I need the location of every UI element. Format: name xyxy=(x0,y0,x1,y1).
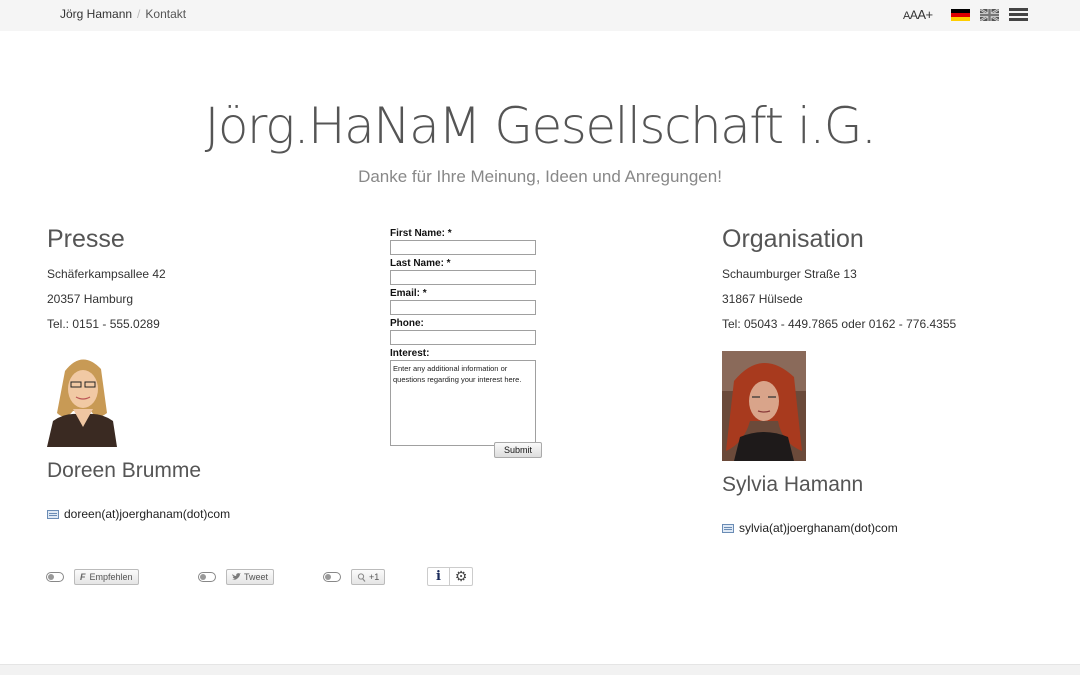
info-icon[interactable]: i xyxy=(427,567,450,586)
flag-en-icon[interactable] xyxy=(980,9,999,21)
organisation-portrait xyxy=(722,351,806,461)
breadcrumb-current: Kontakt xyxy=(145,7,187,21)
social-info-group: i ⚙ xyxy=(427,567,473,586)
organisation-contact-name: Sylvia Hamann xyxy=(722,473,864,496)
press-city: 20357 Hamburg xyxy=(47,292,134,306)
email-input[interactable] xyxy=(390,300,536,315)
font-size-small[interactable]: A xyxy=(903,10,910,22)
organisation-heading: Organisation xyxy=(722,225,864,253)
gplus-toggle-icon[interactable] xyxy=(323,572,341,582)
submit-button[interactable]: Submit xyxy=(494,442,542,458)
breadcrumb: Jörg Hamann / Kontakt xyxy=(60,7,186,21)
facebook-like-button[interactable]: F Empfehlen xyxy=(74,569,139,585)
first-name-input[interactable] xyxy=(390,240,536,255)
mail-icon xyxy=(47,509,59,519)
facebook-icon: F xyxy=(80,572,86,582)
last-name-label: Last Name: * xyxy=(390,258,451,269)
press-column: Presse Schäferkampsallee 42 20357 Hambur… xyxy=(47,225,327,521)
gear-icon[interactable]: ⚙ xyxy=(450,567,473,586)
gplus-button[interactable]: +1 xyxy=(351,569,386,585)
gplus-icon xyxy=(357,572,366,582)
gplus-label: +1 xyxy=(369,572,380,582)
gplus-share: +1 xyxy=(323,569,386,585)
email-label: Email: * xyxy=(390,288,427,299)
breadcrumb-home-link[interactable]: Jörg Hamann xyxy=(60,7,132,21)
organisation-email[interactable]: sylvia(at)joerghanam(dot)com xyxy=(722,521,1052,535)
font-size-control[interactable]: AAA+ xyxy=(903,7,933,22)
contact-form: First Name: * Last Name: * Email: * Phon… xyxy=(390,228,550,458)
font-size-large[interactable]: A+ xyxy=(917,7,933,22)
facebook-share: F Empfehlen xyxy=(46,569,139,585)
press-portrait xyxy=(47,351,117,447)
tweet-label: Tweet xyxy=(244,572,269,582)
organisation-column: Organisation Schaumburger Straße 13 3186… xyxy=(722,225,1052,535)
twitter-share: Tweet xyxy=(198,569,275,585)
facebook-toggle-icon[interactable] xyxy=(46,572,64,582)
press-street: Schäferkampsallee 42 xyxy=(47,267,166,281)
site-title: Jörg.HaNaM Gesellschaft i.G. xyxy=(204,97,877,155)
flag-de-icon[interactable] xyxy=(951,9,970,21)
twitter-toggle-icon[interactable] xyxy=(198,572,216,582)
press-contact-name: Doreen Brumme xyxy=(47,459,202,482)
top-bar: Jörg Hamann / Kontakt AAA+ xyxy=(0,0,1080,31)
press-email-text[interactable]: doreen(at)joerghanam(dot)com xyxy=(64,507,230,521)
footer-bar xyxy=(0,664,1080,675)
interest-textarea[interactable]: Enter any additional information or ques… xyxy=(390,360,536,446)
last-name-input[interactable] xyxy=(390,270,536,285)
organisation-city: 31867 Hülsede xyxy=(722,292,803,306)
phone-label: Phone: xyxy=(390,318,424,329)
facebook-like-label: Empfehlen xyxy=(89,572,133,582)
interest-label: Interest: xyxy=(390,348,430,359)
press-phone: Tel.: 0151 - 555.0289 xyxy=(47,317,160,331)
first-name-label: First Name: * xyxy=(390,228,452,239)
menu-icon[interactable] xyxy=(1009,8,1028,22)
organisation-street: Schaumburger Straße 13 xyxy=(722,267,857,281)
mail-icon xyxy=(722,523,734,533)
tweet-button[interactable]: Tweet xyxy=(226,569,275,585)
phone-input[interactable] xyxy=(390,330,536,345)
organisation-phone: Tel: 05043 - 449.7865 oder 0162 - 776.43… xyxy=(722,317,957,331)
site-subtitle: Danke für Ihre Meinung, Ideen und Anregu… xyxy=(358,167,722,186)
twitter-bird-icon xyxy=(232,573,241,580)
press-email[interactable]: doreen(at)joerghanam(dot)com xyxy=(47,507,327,521)
breadcrumb-separator: / xyxy=(137,7,141,21)
organisation-email-text[interactable]: sylvia(at)joerghanam(dot)com xyxy=(739,521,898,535)
press-heading: Presse xyxy=(47,225,125,253)
